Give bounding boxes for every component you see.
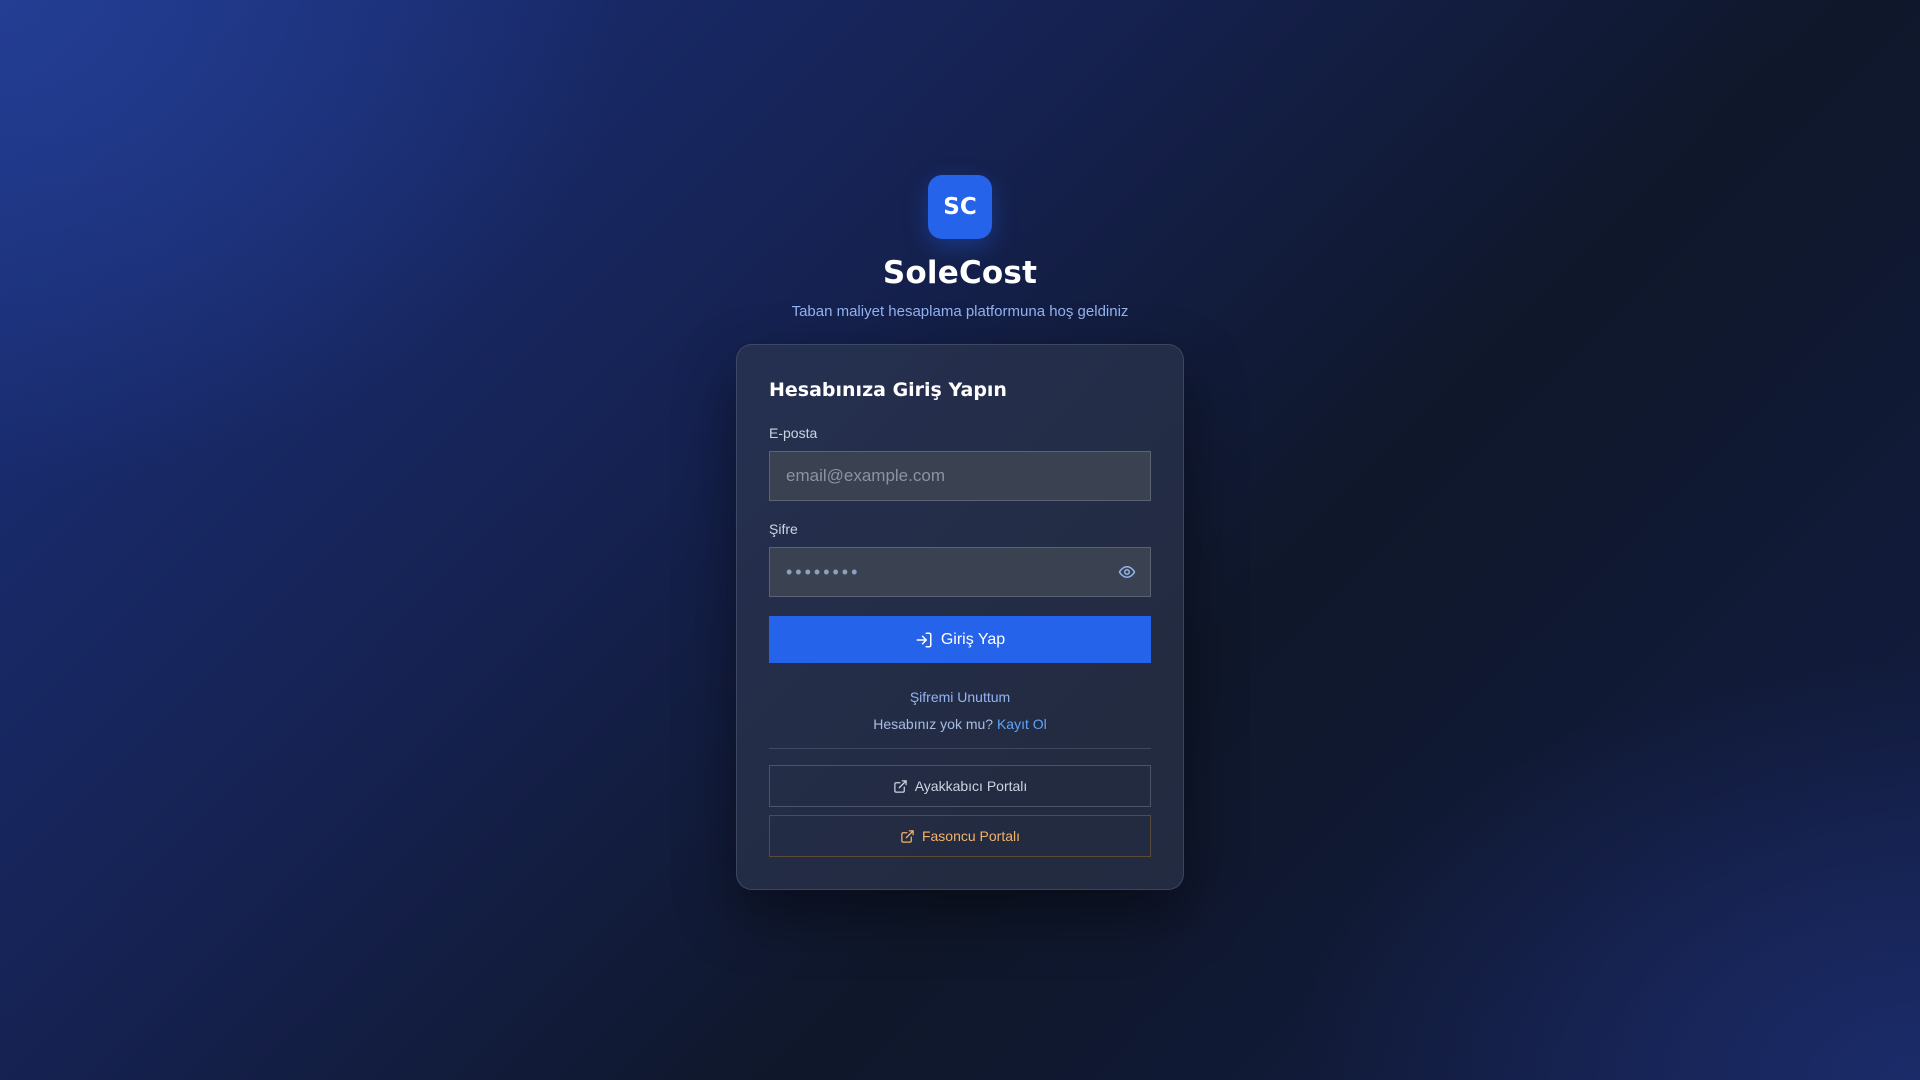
- app-logo: SC: [928, 175, 992, 239]
- logo-text: SC: [943, 194, 977, 220]
- login-submit-label: Giriş Yap: [940, 630, 1006, 648]
- subcontractor-portal-label: Fasoncu Portalı: [921, 828, 1021, 844]
- password-field[interactable]: [769, 547, 1151, 597]
- external-link-icon: [900, 829, 915, 844]
- email-field[interactable]: [769, 451, 1151, 501]
- shoemaker-portal-button[interactable]: Ayakkabıcı Portalı: [769, 765, 1151, 807]
- forgot-password-link[interactable]: Şifremi Unuttum: [910, 689, 1010, 705]
- login-card: Hesabınıza Giriş Yapın E-posta Şifre: [736, 344, 1184, 890]
- register-prompt: Hesabınız yok mu?: [873, 716, 994, 732]
- login-page: SC SoleCost Taban maliyet hesaplama plat…: [0, 175, 1920, 890]
- password-label: Şifre: [769, 521, 798, 537]
- shoemaker-portal-label: Ayakkabıcı Portalı: [914, 778, 1028, 794]
- register-line: Hesabınız yok mu? Kayıt Ol: [769, 716, 1151, 732]
- app-title: SoleCost: [882, 255, 1038, 291]
- password-field-wrap: [769, 547, 1151, 597]
- email-field-wrap: [769, 451, 1151, 501]
- external-link-icon: [893, 779, 908, 794]
- login-submit-button[interactable]: Giriş Yap: [769, 616, 1151, 663]
- eye-icon[interactable]: [1115, 560, 1139, 584]
- auth-links: Şifremi Unuttum Hesabınız yok mu? Kayıt …: [769, 689, 1151, 732]
- app-tagline: Taban maliyet hesaplama platformuna hoş …: [791, 303, 1129, 320]
- log-in-icon: [915, 631, 933, 649]
- divider: [769, 748, 1151, 749]
- subcontractor-portal-button[interactable]: Fasoncu Portalı: [769, 815, 1151, 857]
- email-label: E-posta: [769, 425, 818, 441]
- login-card-title: Hesabınıza Giriş Yapın: [769, 379, 1007, 401]
- register-link[interactable]: Kayıt Ol: [997, 716, 1047, 732]
